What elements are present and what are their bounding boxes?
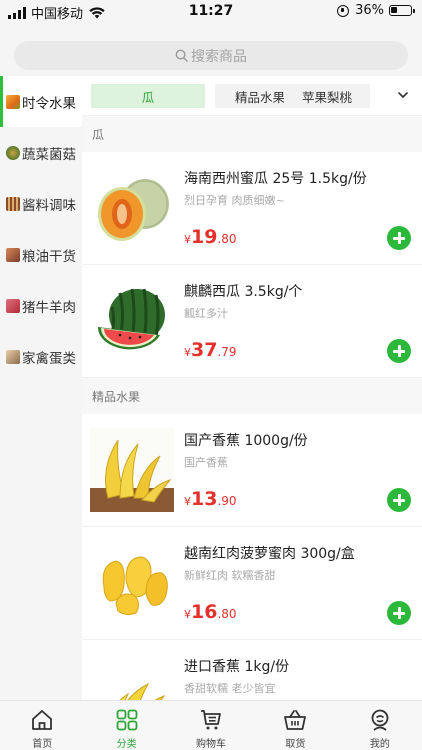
price-decimal: .80 bbox=[217, 607, 237, 621]
fruit-icon bbox=[6, 94, 20, 109]
product-card[interactable]: 海南西州蜜瓜 25号 1.5kg/份 烈日孕育 肉质细嫩~ ¥19.80 bbox=[82, 152, 422, 265]
price-decimal: .80 bbox=[217, 232, 237, 246]
header: 搜索商品 bbox=[0, 24, 422, 76]
sidebar-item-label: 粮油干货 bbox=[22, 248, 76, 265]
category-sidebar: 时令水果 蔬菜菌菇 酱料调味 粮油干货 猪牛羊肉 家禽蛋类 bbox=[0, 76, 82, 700]
product-price: ¥19.80 bbox=[184, 226, 237, 248]
sidebar-item-sauces[interactable]: 酱料调味 bbox=[0, 178, 82, 229]
product-desc: 新鲜红肉 软糯香甜 bbox=[184, 569, 276, 582]
egg-icon bbox=[6, 349, 20, 364]
add-to-cart-button[interactable] bbox=[387, 601, 411, 625]
add-to-cart-button[interactable] bbox=[387, 339, 411, 363]
price-decimal: .90 bbox=[217, 494, 237, 508]
tab-label: 我的 bbox=[369, 739, 390, 750]
product-name: 海南西州蜜瓜 25号 1.5kg/份 bbox=[184, 171, 367, 187]
price-currency: ¥ bbox=[184, 346, 191, 359]
cart-icon bbox=[201, 710, 221, 730]
price-integer: 13 bbox=[191, 488, 218, 510]
product-price: ¥13.90 bbox=[184, 488, 237, 510]
basket-icon bbox=[284, 710, 307, 730]
tab-label: 苹果梨桃 bbox=[301, 89, 352, 105]
sauce-icon bbox=[6, 196, 20, 211]
chevron-down-icon[interactable] bbox=[396, 88, 410, 102]
product-name: 越南红肉菠萝蜜肉 300g/盒 bbox=[184, 546, 355, 562]
add-to-cart-button[interactable] bbox=[387, 226, 411, 250]
tab-label: 首页 bbox=[32, 739, 53, 750]
tab-label: 分类 bbox=[116, 739, 137, 750]
tab-apple-pear-peach[interactable]: 苹果梨桃 bbox=[284, 84, 370, 108]
sidebar-item-vegetables[interactable]: 蔬菜菌菇 bbox=[0, 127, 82, 178]
sidebar-item-label: 酱料调味 bbox=[22, 197, 76, 214]
product-price: ¥16.80 bbox=[184, 601, 237, 623]
bottom-tab-bar: 首页 分类 购物车 取货 我的 bbox=[0, 700, 422, 750]
product-desc: 香甜软糯 老少皆宜 bbox=[184, 682, 276, 695]
product-desc: 烈日孕育 肉质细嫩~ bbox=[184, 194, 285, 207]
status-bar: 中国移动 11:27 36% bbox=[0, 0, 422, 24]
battery-percent: 36% bbox=[355, 3, 384, 18]
subcategory-tabs: 瓜 精品水果 苹果梨桃 bbox=[82, 76, 422, 116]
product-name: 麒麟西瓜 3.5kg/个 bbox=[184, 284, 303, 300]
section-header-premium-fruit: 精品水果 bbox=[82, 378, 422, 414]
status-right: 36% bbox=[337, 3, 415, 18]
product-card[interactable]: 麒麟西瓜 3.5kg/个 瓤红多汁 ¥37.79 bbox=[82, 265, 422, 378]
product-price: ¥37.79 bbox=[184, 339, 237, 361]
tab-profile[interactable]: 我的 bbox=[338, 701, 422, 750]
tab-label: 购物车 bbox=[196, 739, 227, 750]
sidebar-item-poultry-eggs[interactable]: 家禽蛋类 bbox=[0, 331, 82, 382]
profile-icon bbox=[371, 709, 389, 731]
product-name: 国产香蕉 1000g/份 bbox=[184, 433, 308, 449]
banana-image bbox=[119, 682, 166, 700]
tab-melon[interactable]: 瓜 bbox=[91, 84, 205, 108]
banana-image bbox=[90, 428, 174, 512]
add-to-cart-button[interactable] bbox=[387, 488, 411, 512]
product-card[interactable]: 进口香蕉 1kg/份 香甜软糯 老少皆宜 bbox=[82, 640, 422, 700]
price-currency: ¥ bbox=[184, 495, 191, 508]
product-card[interactable]: 国产香蕉 1000g/份 国产香蕉 ¥13.90 bbox=[82, 414, 422, 527]
tab-pickup[interactable]: 取货 bbox=[253, 701, 337, 750]
watermelon-image bbox=[97, 288, 165, 350]
price-integer: 19 bbox=[191, 226, 218, 248]
tab-cart[interactable]: 购物车 bbox=[169, 701, 253, 750]
price-currency: ¥ bbox=[184, 233, 191, 246]
home-icon bbox=[32, 710, 53, 730]
battery-icon bbox=[389, 5, 415, 16]
sidebar-item-label: 家禽蛋类 bbox=[22, 350, 76, 367]
product-desc: 瓤红多汁 bbox=[184, 307, 228, 320]
sidebar-item-grain-oil[interactable]: 粮油干货 bbox=[0, 229, 82, 280]
grain-icon bbox=[6, 247, 20, 262]
sidebar-item-meat[interactable]: 猪牛羊肉 bbox=[0, 280, 82, 331]
vegetable-icon bbox=[6, 145, 20, 160]
tab-label: 精品水果 bbox=[234, 89, 285, 105]
section-header-melon: 瓜 bbox=[82, 116, 422, 152]
search-input[interactable]: 搜索商品 bbox=[14, 41, 408, 70]
product-card[interactable]: 越南红肉菠萝蜜肉 300g/盒 新鲜红肉 软糯香甜 ¥16.80 bbox=[82, 527, 422, 640]
tab-label: 瓜 bbox=[141, 89, 155, 105]
price-integer: 16 bbox=[191, 601, 218, 623]
category-icon bbox=[116, 709, 138, 731]
price-integer: 37 bbox=[191, 339, 218, 361]
sidebar-item-label: 蔬菜菌菇 bbox=[22, 146, 76, 163]
tab-home[interactable]: 首页 bbox=[0, 701, 84, 750]
tab-category[interactable]: 分类 bbox=[84, 701, 168, 750]
tab-label: 取货 bbox=[285, 739, 306, 750]
sidebar-item-seasonal-fruit[interactable]: 时令水果 bbox=[0, 76, 82, 127]
rotation-lock-icon bbox=[337, 4, 350, 17]
melon-image bbox=[98, 179, 169, 241]
sidebar-item-label: 猪牛羊肉 bbox=[22, 299, 76, 316]
product-desc: 国产香蕉 bbox=[184, 456, 228, 469]
jackfruit-image bbox=[102, 556, 168, 616]
product-list[interactable]: 瓜 海南西州蜜瓜 25号 1.5kg/份 烈日孕育 肉质细嫩~ ¥19.80 麒… bbox=[82, 116, 422, 700]
search-icon bbox=[175, 49, 188, 62]
search-placeholder: 搜索商品 bbox=[191, 48, 247, 65]
meat-icon bbox=[6, 298, 20, 313]
price-currency: ¥ bbox=[184, 608, 191, 621]
price-decimal: .79 bbox=[217, 345, 237, 359]
product-name: 进口香蕉 1kg/份 bbox=[184, 659, 290, 675]
sidebar-item-label: 时令水果 bbox=[22, 95, 76, 112]
